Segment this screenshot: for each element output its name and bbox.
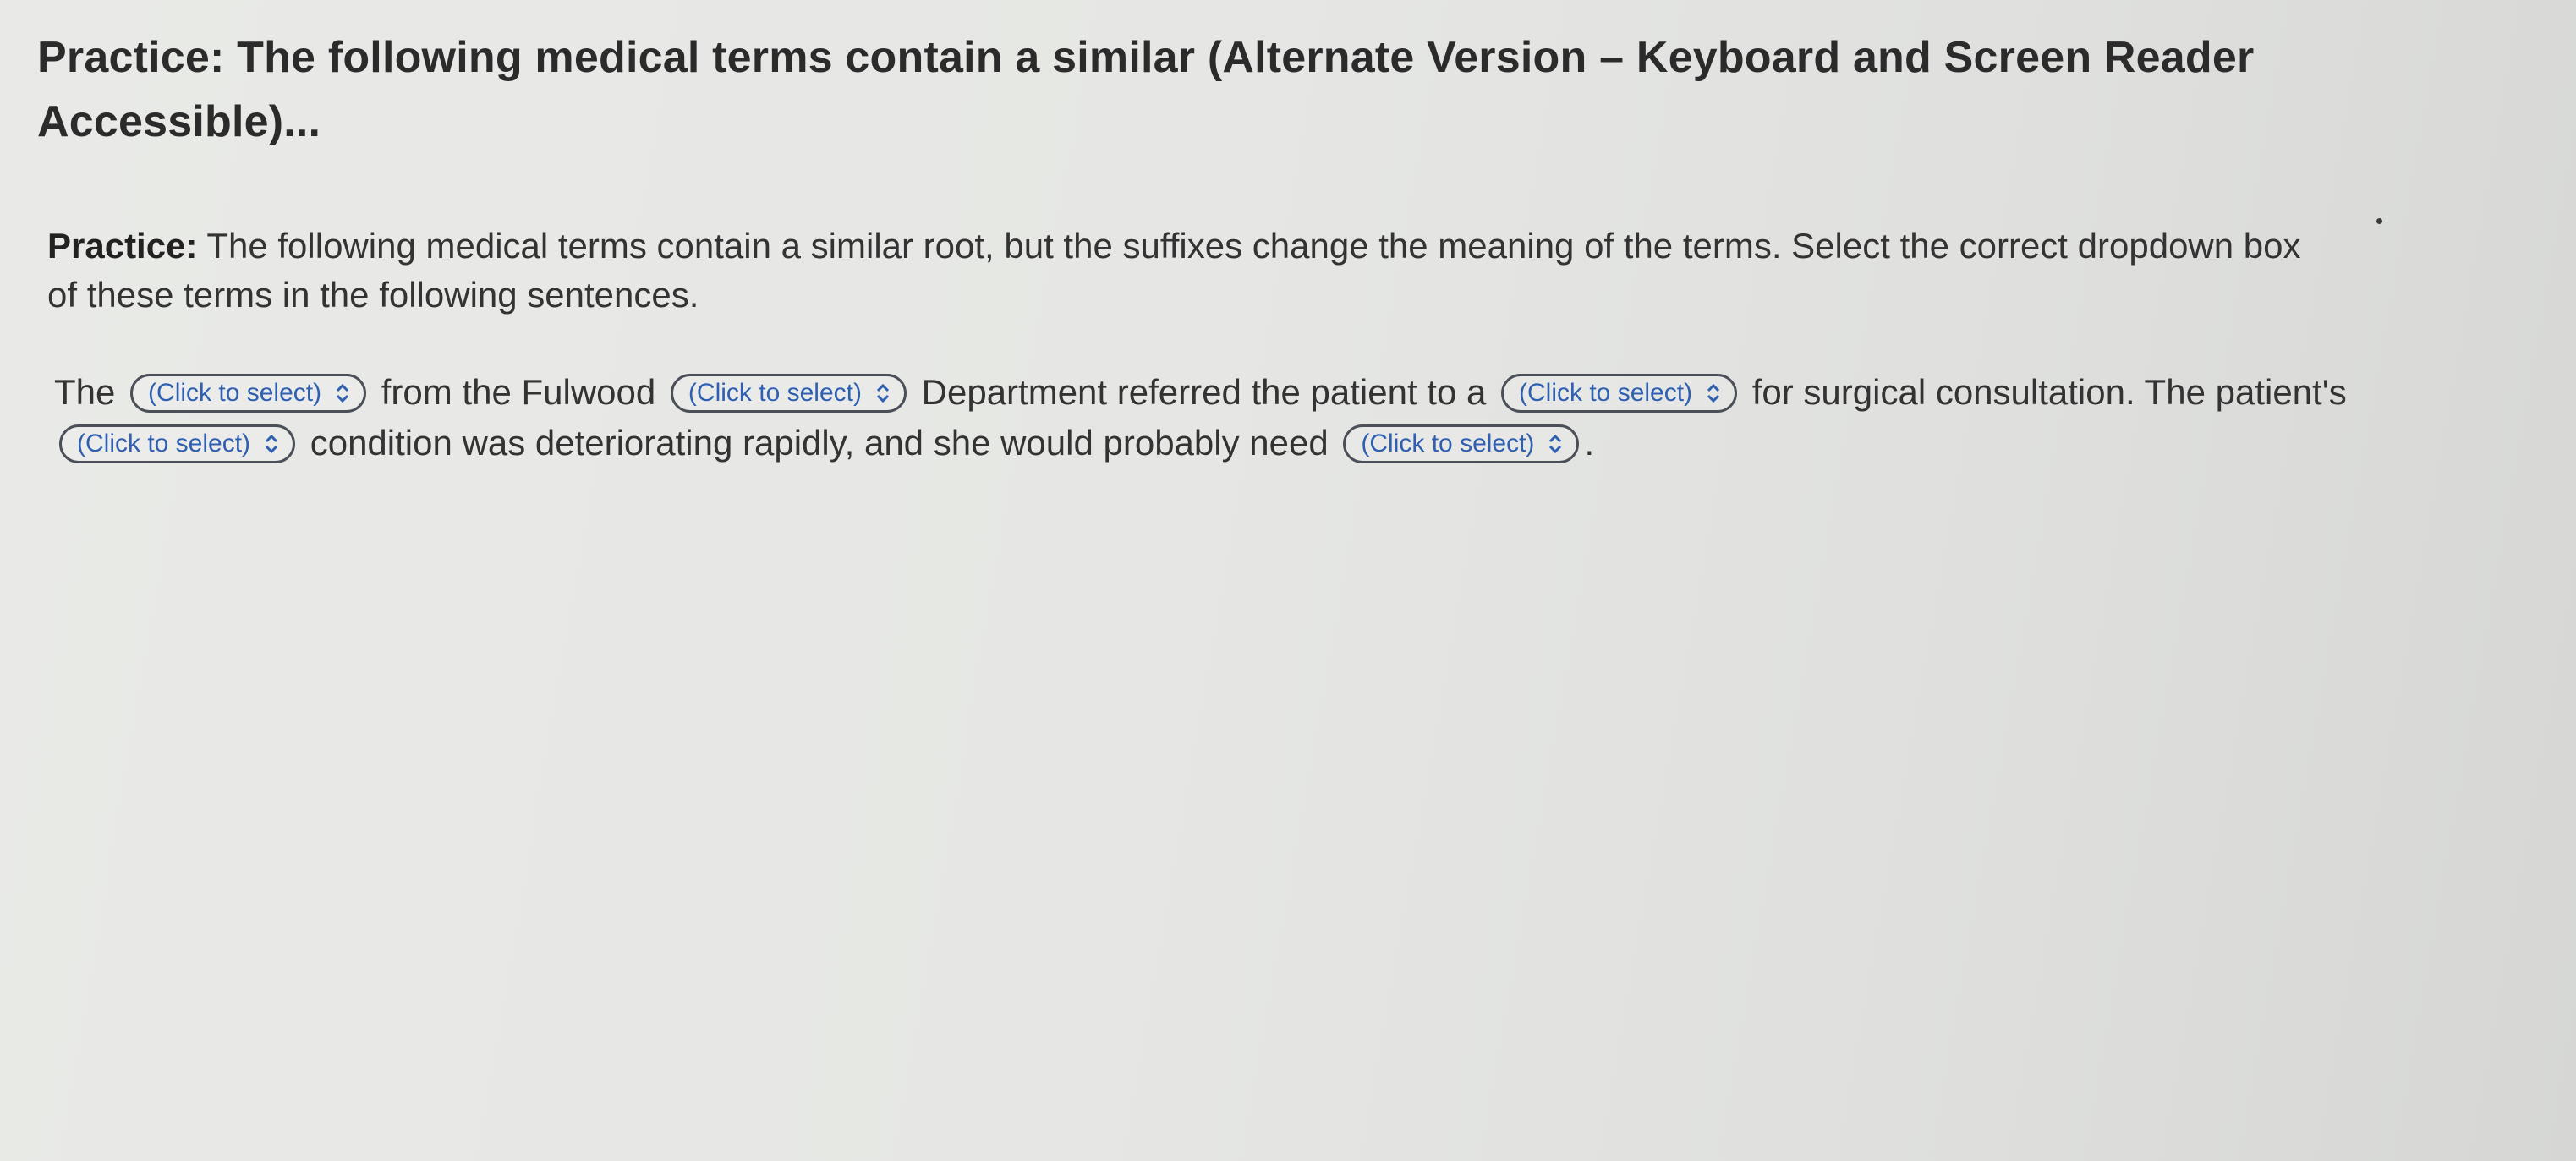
dropdown-value: (Click to select) <box>1519 379 1693 407</box>
screen-speck <box>2376 218 2382 224</box>
term-dropdown-1[interactable]: (Click to select) <box>130 374 367 413</box>
term-dropdown-3[interactable]: (Click to select) <box>1501 374 1738 413</box>
chevron-updown-icon <box>333 381 352 406</box>
sentence-text-6: . <box>1584 423 1595 463</box>
sentence-text-2: from the Fulwood <box>381 372 656 412</box>
sentence-text-1: The <box>54 372 116 412</box>
chevron-updown-icon <box>262 431 281 457</box>
chevron-updown-icon <box>1546 431 1565 457</box>
page: Practice: The following medical terms co… <box>0 0 2576 1161</box>
chevron-updown-icon <box>1704 381 1723 406</box>
dropdown-value: (Click to select) <box>77 430 251 457</box>
dropdown-value: (Click to select) <box>1361 430 1535 457</box>
page-title: Practice: The following medical terms co… <box>37 33 2255 146</box>
sentence-text-4: for surgical consultation. The patient's <box>1751 372 2347 412</box>
term-dropdown-2[interactable]: (Click to select) <box>670 374 907 413</box>
chevron-updown-icon <box>874 381 892 406</box>
dropdown-value: (Click to select) <box>688 379 862 407</box>
dropdown-value: (Click to select) <box>148 379 322 407</box>
fill-in-sentences: The (Click to select) from the Fulwood (… <box>54 367 2405 468</box>
term-dropdown-5[interactable]: (Click to select) <box>1343 424 1580 463</box>
sentence-text-5: condition was deteriorating rapidly, and… <box>310 423 1329 463</box>
term-dropdown-4[interactable]: (Click to select) <box>59 424 296 463</box>
instructions-label: Practice: <box>47 226 198 266</box>
sentence-text-3: Department referred the patient to a <box>921 372 1487 412</box>
instructions: Practice: The following medical terms co… <box>47 222 2331 320</box>
instructions-text: The following medical terms contain a si… <box>47 226 2301 315</box>
